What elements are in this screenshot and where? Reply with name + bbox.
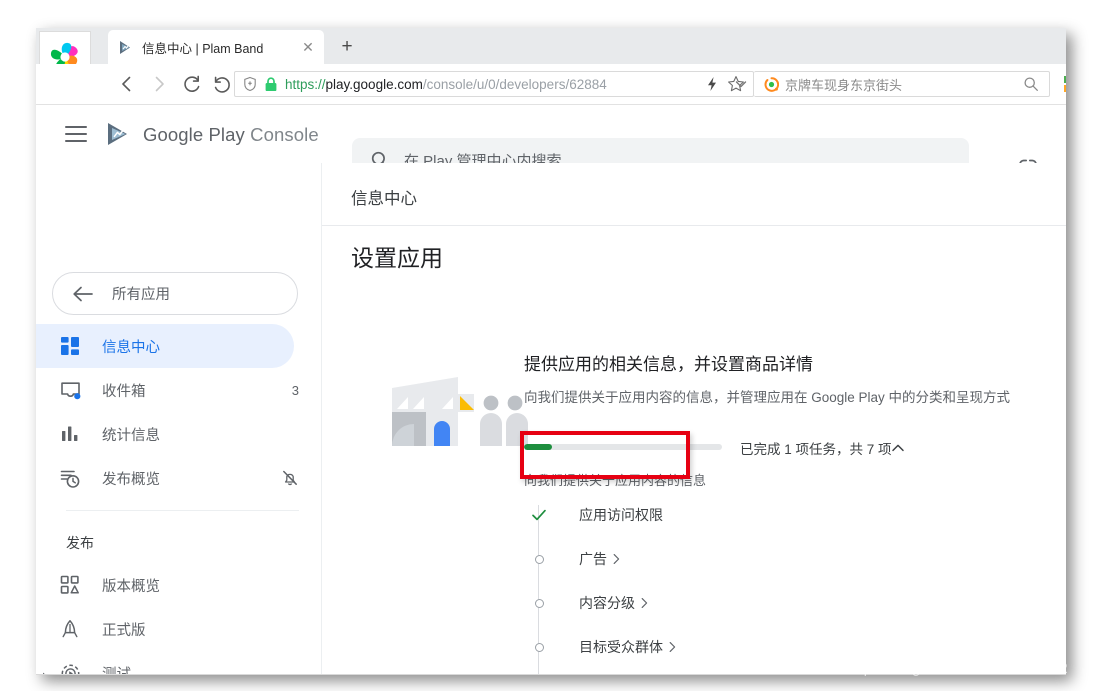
hamburger-menu-icon[interactable] xyxy=(65,126,87,142)
all-apps-label: 所有应用 xyxy=(112,287,170,303)
checklist-item-text: 内容分级 xyxy=(579,595,635,611)
sidebar-item-label: 信息中心 xyxy=(102,339,160,356)
bell-off-icon[interactable] xyxy=(281,469,299,487)
browser-tab-strip: 信息中心 | Plam Band ✕ + xyxy=(36,28,1066,83)
dashboard-grid-icon xyxy=(58,334,82,358)
lightning-icon[interactable] xyxy=(705,76,719,92)
page-title: 设置应用 xyxy=(351,245,443,271)
apps-grid-icon[interactable] xyxy=(1064,76,1066,93)
breadcrumb: 信息中心 xyxy=(351,190,417,208)
chevron-right-icon xyxy=(640,597,649,609)
sidebar-item-dashboard[interactable]: 信息中心 xyxy=(36,324,294,368)
close-icon[interactable]: ✕ xyxy=(300,39,316,55)
check-icon xyxy=(524,506,554,524)
bar-chart-icon xyxy=(58,422,82,446)
sidebar-item-label: 发布概览 xyxy=(102,471,160,488)
magnifier-icon[interactable] xyxy=(1023,76,1039,92)
address-bar-url: https://play.google.com/console/u/0/deve… xyxy=(285,77,697,92)
all-apps-button[interactable]: 所有应用 xyxy=(52,272,298,315)
checklist-item-text: 广告 xyxy=(579,551,607,567)
circle-outline-icon xyxy=(524,554,554,564)
reload-icon[interactable] xyxy=(178,71,204,97)
url-scheme: https:// xyxy=(285,76,326,92)
sidebar-item-label: 正式版 xyxy=(102,622,146,639)
back-arrow-icon[interactable] xyxy=(114,71,140,97)
url-path: /console/u/0/developers/62884 xyxy=(422,76,607,92)
brand-secondary: Console xyxy=(250,124,319,145)
release-overview-icon xyxy=(58,573,82,597)
sidebar-item-release-overview[interactable]: 发布概览 xyxy=(36,456,321,500)
annotation-highlight-box xyxy=(520,431,690,479)
sidebar-item-inbox[interactable]: 收件箱 3 xyxy=(36,368,321,412)
chevron-right-icon xyxy=(668,641,677,653)
browser-toolbar: https://play.google.com/console/u/0/deve… xyxy=(36,64,1066,105)
screenshot-root: 信息中心 | Plam Band ✕ + https://play.google… xyxy=(0,0,1099,691)
checklist-item-label: 广告 xyxy=(579,549,621,569)
card-heading: 提供应用的相关信息，并设置商品详情 xyxy=(524,355,813,374)
checklist-item-app-access[interactable]: 应用访问权限 xyxy=(524,493,1024,537)
browser-tab-active[interactable]: 信息中心 | Plam Band ✕ xyxy=(108,30,324,64)
checklist-item-label: 内容分级 xyxy=(579,593,649,613)
circle-outline-icon xyxy=(524,642,554,652)
chevron-down-icon[interactable] xyxy=(728,71,754,97)
url-host: play.google.com xyxy=(325,76,423,92)
play-console-favicon xyxy=(118,39,135,56)
console-header: Google Play Console 在 Play 管理中心内搜索 xyxy=(36,105,1066,182)
chevron-up-icon[interactable] xyxy=(890,440,906,461)
sidebar: 所有应用 信息中心 收件箱 3 统计信息 发布概览 发布 版本概览 正式版 测试 xyxy=(36,163,322,675)
card-subheading: 向我们提供关于应用内容的信息，并管理应用在 Google Play 中的分类和呈… xyxy=(524,390,1011,405)
circle-outline-icon xyxy=(524,598,554,608)
production-icon xyxy=(58,617,82,641)
arrow-left-icon xyxy=(72,285,94,303)
release-history-icon xyxy=(58,466,82,490)
browser-search-value: 京牌车现身东京街头 xyxy=(785,77,903,93)
brand-title: Google Play Console xyxy=(143,124,319,146)
new-tab-button[interactable]: + xyxy=(336,36,358,58)
checklist-item-label: 目标受众群体 xyxy=(579,637,677,657)
building-and-people-illustration xyxy=(384,364,534,463)
address-bar[interactable]: https://play.google.com/console/u/0/deve… xyxy=(234,71,754,97)
sidebar-item-label: 版本概览 xyxy=(102,578,160,595)
checklist-item-text: 目标受众群体 xyxy=(579,639,663,655)
brand-primary: Google Play xyxy=(143,124,245,145)
sidebar-item-testing[interactable]: 测试 xyxy=(36,651,321,675)
chevron-right-icon xyxy=(612,553,621,565)
checklist-item-content-rating[interactable]: 内容分级 xyxy=(524,581,1024,625)
sidebar-item-label: 统计信息 xyxy=(102,427,160,444)
google-play-logo xyxy=(106,121,136,152)
lock-icon xyxy=(264,76,278,92)
main-divider xyxy=(322,225,1066,226)
checklist-item-label: 应用访问权限 xyxy=(579,507,663,523)
sidebar-item-statistics[interactable]: 统计信息 xyxy=(36,412,321,456)
sidebar-section-title: 发布 xyxy=(66,535,94,551)
checklist-item-ads[interactable]: 广告 xyxy=(524,537,1024,581)
inbox-icon xyxy=(58,378,82,402)
360-search-icon xyxy=(764,76,779,92)
sidebar-nav-list: 信息中心 收件箱 3 统计信息 发布概览 发布 版本概览 正式版 测试 xyxy=(36,324,321,675)
forward-arrow-icon[interactable] xyxy=(146,71,172,97)
setup-checklist: 应用访问权限 广告 内容分级 目标受众群体 xyxy=(524,493,1024,675)
sidebar-item-release-summary[interactable]: 版本概览 xyxy=(36,563,321,607)
browser-tab-title: 信息中心 | Plam Band xyxy=(142,41,264,56)
sidebar-inbox-count: 3 xyxy=(291,382,299,398)
sidebar-item-label: 收件箱 xyxy=(102,383,146,400)
browser-window: 信息中心 | Plam Band ✕ + https://play.google… xyxy=(36,28,1066,675)
page-viewport: Google Play Console 在 Play 管理中心内搜索 所有应用 … xyxy=(36,105,1066,675)
testing-icon xyxy=(58,661,82,675)
watermark-text: https://blog.csdn.net/han1202012 xyxy=(847,661,1068,677)
progress-text: 已完成 1 项任务，共 7 项 xyxy=(740,442,892,457)
main-content: 信息中心 设置应用 提供应用的相关信息，并设置商品详情 向我们提供关于应用内容的… xyxy=(322,163,1066,675)
undo-home-icon[interactable] xyxy=(208,71,234,97)
sidebar-item-production[interactable]: 正式版 xyxy=(36,607,321,651)
browser-search-box[interactable]: 京牌车现身东京街头 xyxy=(754,71,1050,97)
shield-icon[interactable] xyxy=(242,76,258,92)
